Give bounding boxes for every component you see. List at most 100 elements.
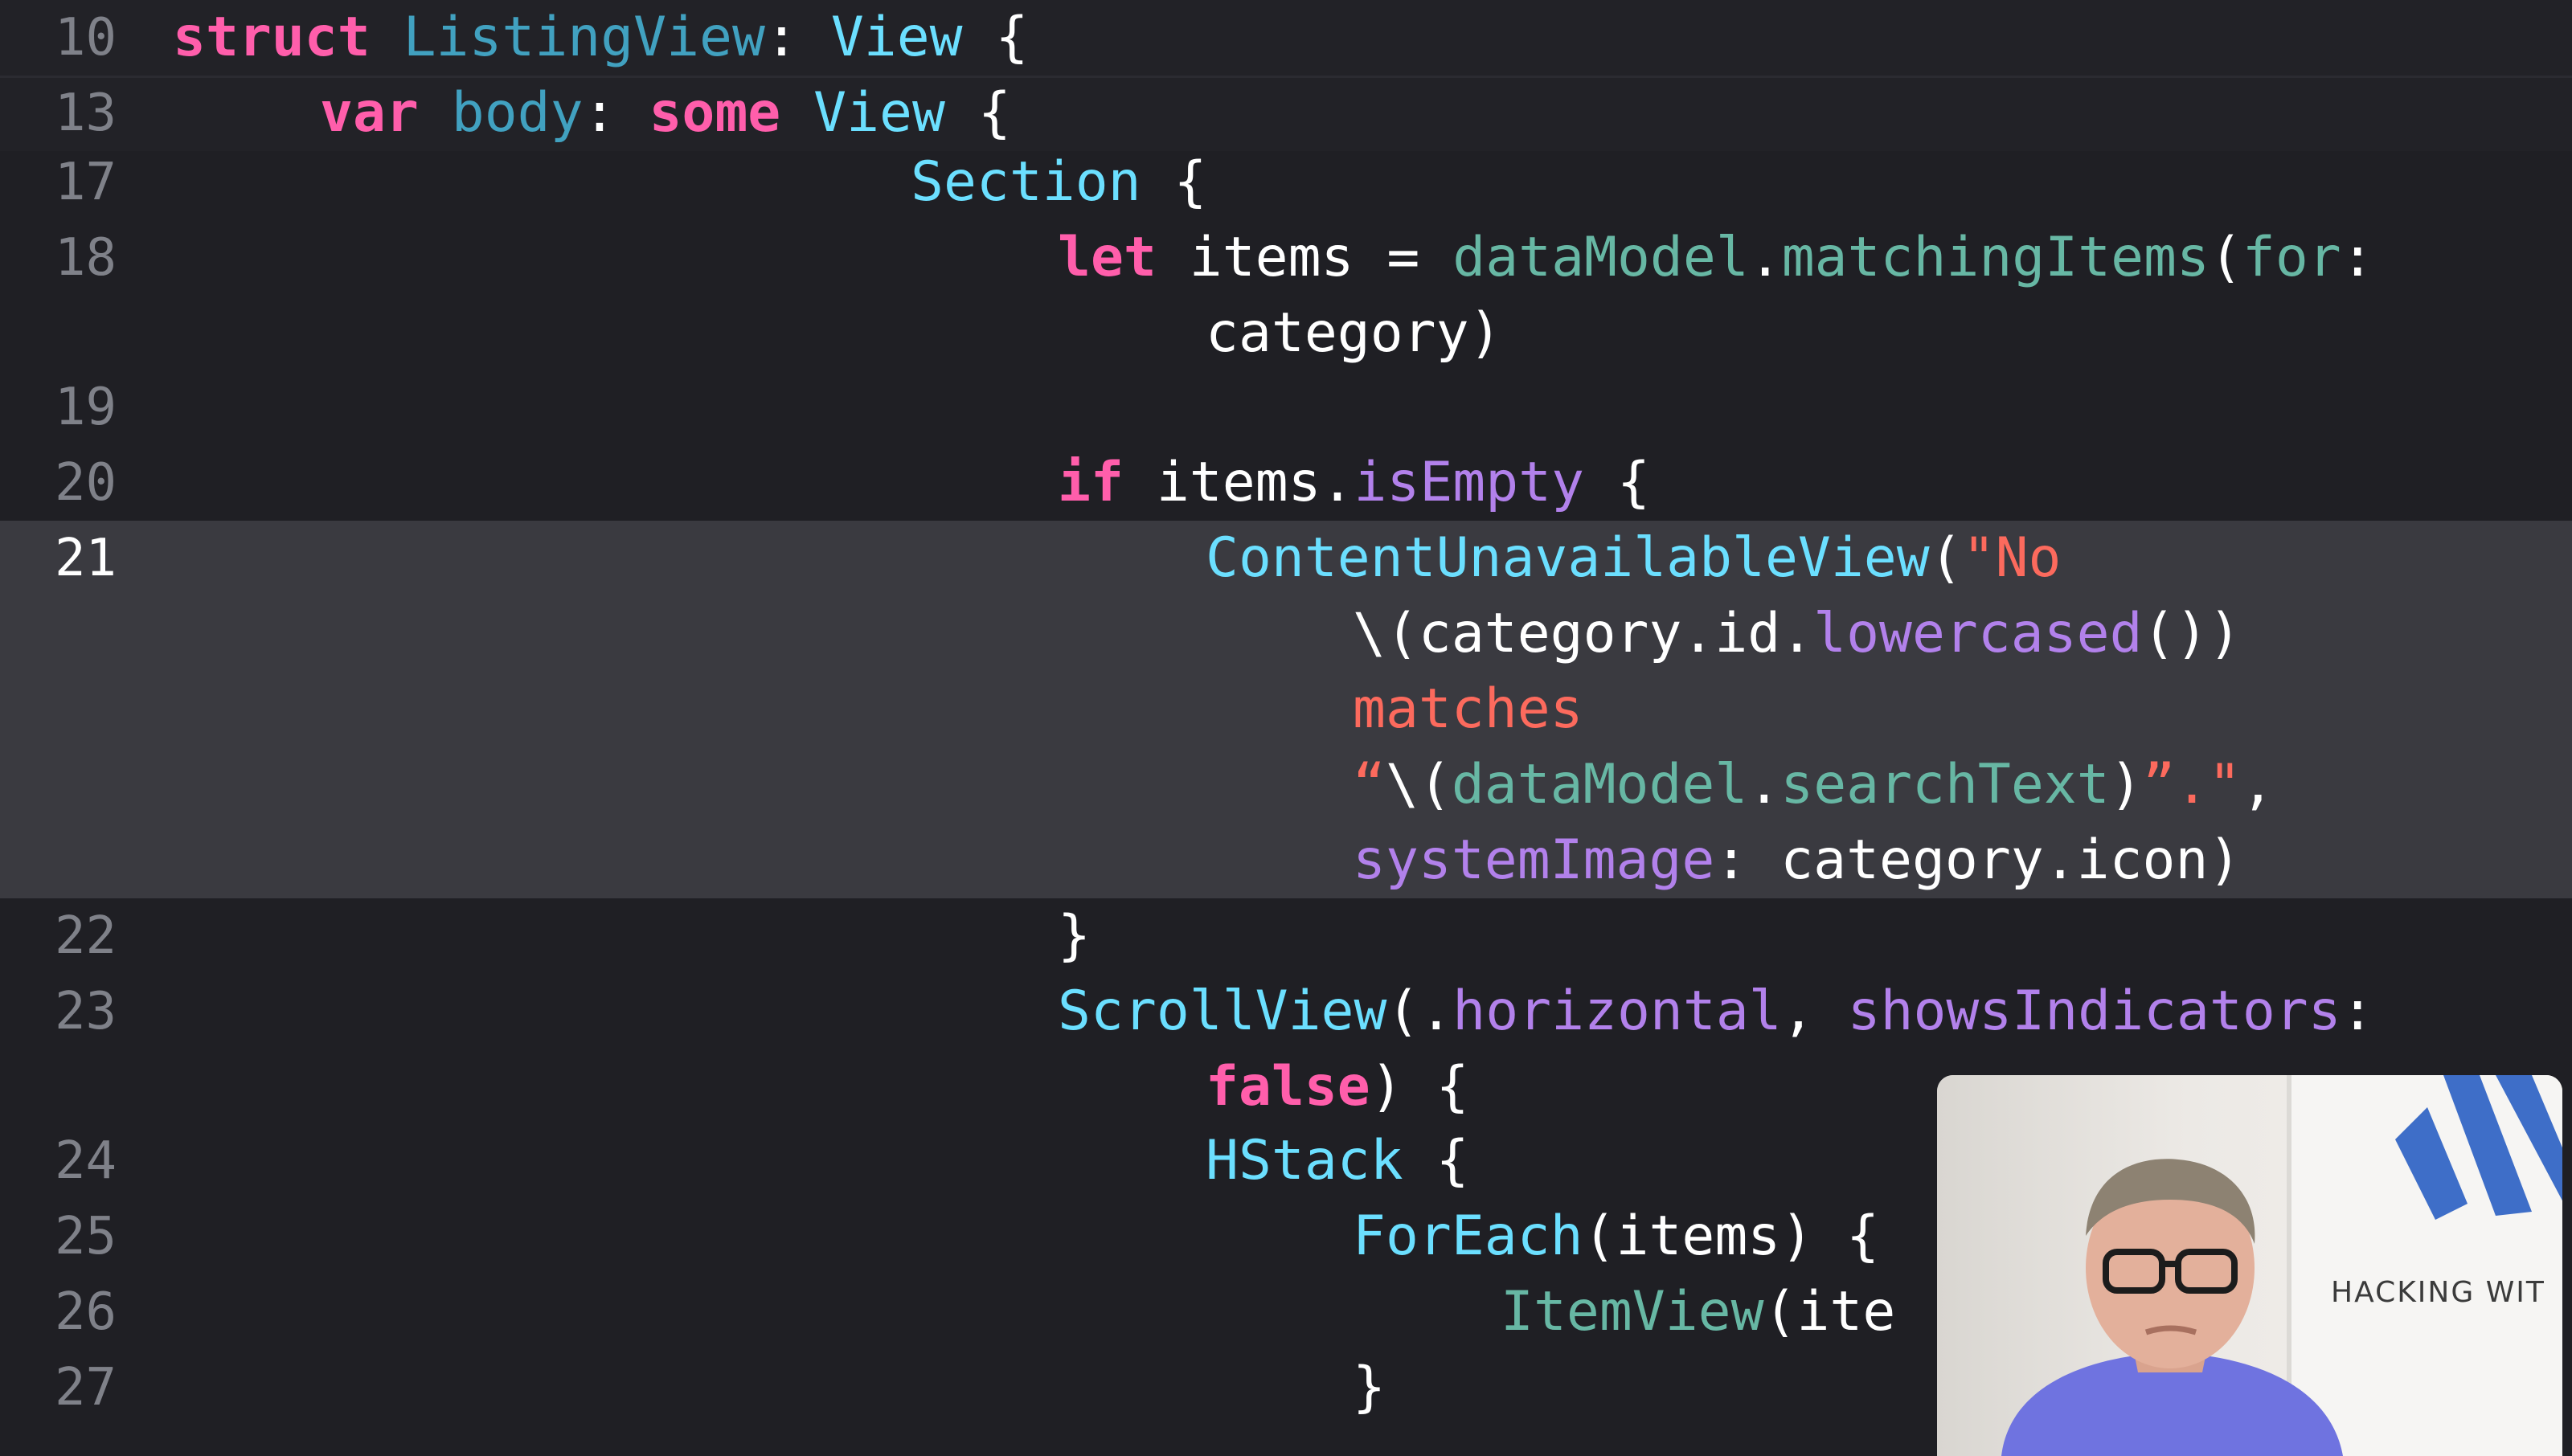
code-line[interactable]: 18 let items = dataModel.matchingItems(fo… [0, 220, 2572, 296]
code-token: ( [2209, 226, 2242, 289]
code-text[interactable]: } [1058, 898, 1091, 974]
webcam-overlay: HACKING WIT [1937, 1075, 2562, 1456]
code-line[interactable]: 10 struct ListingView: View { [0, 0, 2572, 76]
code-token: dataModel [1451, 753, 1748, 816]
code-token: , [2241, 753, 2275, 816]
line-number: 23 [54, 982, 117, 1041]
code-text[interactable]: ForEach(items) { [1353, 1199, 1879, 1274]
code-token: body [451, 81, 584, 145]
code-token: items. [1123, 451, 1354, 514]
presenter-image [2001, 1159, 2343, 1456]
code-token: let [1058, 226, 1157, 289]
code-token: ScrollView [1058, 980, 1387, 1043]
code-line[interactable]: 17 Section { [0, 145, 2572, 220]
code-token: { [962, 6, 1029, 69]
line-number: 13 [54, 84, 117, 143]
code-token: for [2242, 226, 2341, 289]
code-token: : [583, 81, 649, 145]
line-number: 10 [54, 8, 117, 67]
code-line[interactable]: \(category.id.lowercased()) [0, 596, 2572, 672]
code-token: ) { [1370, 1055, 1469, 1119]
code-token: { [1141, 150, 1207, 214]
code-token: : [2341, 980, 2374, 1043]
code-line[interactable]: 21 ContentUnavailableView("No [0, 521, 2572, 596]
code-token: matches [1353, 677, 1583, 741]
code-token: ListingView [403, 6, 765, 69]
code-token: horizontal [1452, 980, 1782, 1043]
code-token: ()) [2142, 602, 2242, 665]
code-token: category) [1206, 301, 1502, 365]
code-text[interactable]: struct ListingView: View { [173, 0, 1028, 76]
code-text[interactable]: ScrollView(.horizontal, showsIndicators: [1058, 974, 2374, 1049]
code-token: (items) { [1583, 1204, 1880, 1268]
code-token: , [1781, 980, 1848, 1043]
code-line[interactable]: category) [0, 296, 2572, 371]
code-line[interactable]: matches [0, 672, 2572, 747]
code-token: View [813, 81, 945, 145]
code-line[interactable]: systemImage: category.icon) [0, 823, 2572, 898]
code-text[interactable]: matches [1353, 672, 1583, 747]
line-number: 26 [54, 1282, 117, 1342]
brand-logo-icon [2395, 1075, 2562, 1220]
code-token: ”." [2142, 753, 2242, 816]
code-editor[interactable]: 10 struct ListingView: View {13 var body: … [0, 0, 2572, 1456]
line-number: 27 [54, 1358, 117, 1417]
code-token: items = [1156, 226, 1453, 289]
code-token: } [1058, 904, 1091, 967]
code-text[interactable]: HStack { [1206, 1123, 1469, 1199]
code-text[interactable]: let items = dataModel.matchingItems(for: [1058, 220, 2374, 296]
code-token: matchingItems [1781, 226, 2210, 289]
code-token: { [1403, 1129, 1469, 1192]
line-number: 18 [54, 228, 117, 288]
code-text[interactable]: if items.isEmpty { [1058, 445, 1650, 521]
line-number: 17 [54, 153, 117, 212]
code-line[interactable]: 20 if items.isEmpty { [0, 445, 2572, 521]
code-text[interactable]: Section { [911, 145, 1206, 220]
code-text[interactable]: ItemView(ite [1501, 1274, 1895, 1350]
code-line[interactable]: 22} [0, 898, 2572, 974]
sticky-header-divider [0, 76, 2572, 78]
code-text[interactable]: systemImage: category.icon) [1353, 823, 2241, 898]
code-text[interactable]: \(category.id.lowercased()) [1353, 596, 2241, 672]
code-text[interactable]: var body: some View { [320, 76, 1011, 151]
code-token: ( [1929, 526, 1963, 590]
code-text[interactable]: ContentUnavailableView("No [1206, 521, 2061, 596]
code-text[interactable]: false) { [1206, 1049, 1469, 1125]
code-token: ForEach [1353, 1204, 1583, 1268]
code-line[interactable]: 19 [0, 370, 2572, 445]
code-token: \( [1385, 753, 1452, 816]
code-line[interactable]: “\(dataModel.searchText)”.", [0, 747, 2572, 823]
code-token: "No [1962, 526, 2062, 590]
code-token: : category.icon) [1714, 828, 2242, 892]
code-token: ItemView [1501, 1280, 1764, 1344]
code-token: \(category.id. [1353, 602, 1814, 665]
code-text[interactable]: } [1353, 1350, 1386, 1425]
code-line[interactable]: 13 var body: some View { [0, 76, 2572, 151]
code-token: . [1747, 753, 1781, 816]
code-text[interactable]: category) [1206, 296, 1501, 371]
code-token: struct [173, 6, 371, 69]
code-token: showsIndicators [1847, 980, 2341, 1043]
code-line[interactable]: 23 ScrollView(.horizontal, showsIndicator… [0, 974, 2572, 1049]
code-token: View [830, 6, 963, 69]
code-token: searchText [1780, 753, 2110, 816]
code-token: (ite [1763, 1280, 1896, 1344]
code-token: ContentUnavailableView [1206, 526, 1930, 590]
code-text[interactable]: “\(dataModel.searchText)”.", [1353, 747, 2274, 823]
line-number: 19 [54, 378, 117, 437]
code-token: some [649, 81, 781, 145]
code-token: { [944, 81, 1011, 145]
line-number: 24 [54, 1131, 117, 1191]
line-number: 21 [54, 529, 117, 588]
code-token: lowercased [1813, 602, 2143, 665]
code-token: if [1058, 451, 1124, 514]
code-token: (. [1386, 980, 1453, 1043]
code-token: } [1353, 1356, 1386, 1419]
code-token: : [764, 6, 831, 69]
code-token: HStack [1206, 1129, 1403, 1192]
code-token: { [1584, 451, 1650, 514]
code-token: ) [2109, 753, 2143, 816]
